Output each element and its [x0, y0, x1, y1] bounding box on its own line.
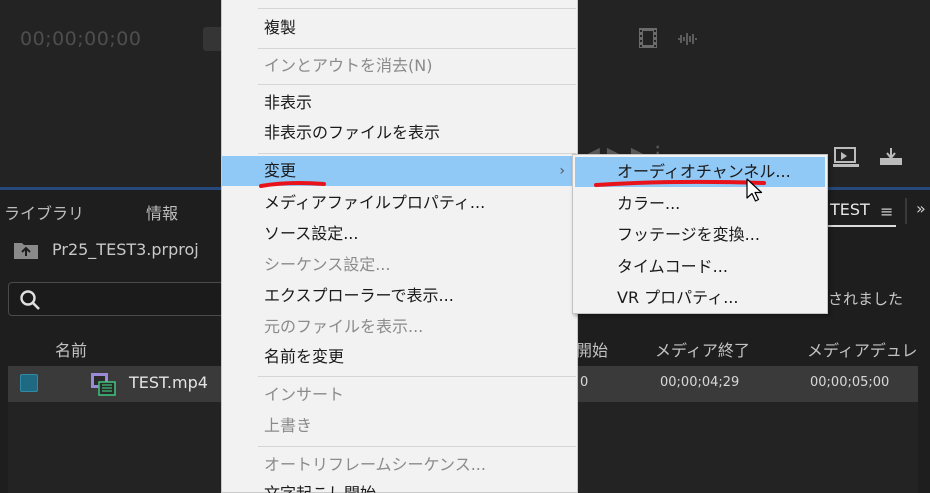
menu-separator — [258, 84, 576, 85]
menu-item-start-transcription[interactable]: 文字起こし開始 — [222, 479, 577, 493]
menu-item-rename[interactable]: 名前を変更 — [222, 342, 577, 372]
insert-icon[interactable] — [832, 146, 860, 168]
tab-overflow-icon[interactable]: » — [916, 199, 926, 218]
menu-item-overwrite[interactable]: 上書き — [222, 411, 577, 441]
project-name: Pr25_TEST3.prproj — [52, 240, 199, 259]
status-text: されました — [828, 290, 904, 308]
panel-menu-icon[interactable]: ≡ — [880, 202, 893, 221]
menu-item-insert[interactable]: インサート — [222, 380, 577, 410]
column-header-name[interactable]: 名前 — [55, 337, 87, 361]
column-header-media-start[interactable]: 開始 — [576, 337, 608, 361]
menu-item-auto-reframe[interactable]: オートリフレームシーケンス... — [222, 450, 577, 480]
menu-item-reveal-in-explorer[interactable]: エクスプローラーで表示... — [222, 281, 577, 311]
red-underline-annotation — [594, 179, 766, 187]
menu-separator — [258, 48, 576, 49]
film-strip-icon[interactable] — [638, 27, 658, 49]
file-name: TEST.mp4 — [129, 373, 208, 392]
search-input[interactable] — [8, 282, 238, 316]
mouse-pointer-icon — [746, 178, 763, 202]
context-menu: 複製 インとアウトを消去(N) 非表示 非表示のファイルを表示 変更 › メディ… — [221, 0, 578, 493]
overwrite-icon[interactable] — [877, 146, 905, 168]
tab-divider — [905, 198, 907, 224]
menu-item-source-settings[interactable]: ソース設定... — [222, 219, 577, 249]
menu-item-duplicate[interactable]: 複製 — [222, 13, 577, 43]
search-icon — [20, 290, 40, 310]
tab-libraries[interactable]: ライブラリ — [4, 200, 84, 224]
tab-info[interactable]: 情報 — [146, 200, 178, 224]
menu-item-show-hidden[interactable]: 非表示のファイルを表示 — [222, 118, 577, 148]
column-header-media-end[interactable]: メディア終了 — [655, 337, 750, 361]
audio-waveform-icon[interactable] — [677, 32, 699, 46]
timecode-display[interactable]: 00;00;00;00 — [20, 28, 141, 50]
menu-item-media-properties[interactable]: メディアファイルプロパティ... — [222, 188, 577, 218]
submenu-item-color[interactable]: カラー... — [575, 189, 825, 219]
menu-separator — [258, 8, 576, 9]
menu-separator — [258, 153, 576, 154]
submenu-item-interpret-footage[interactable]: フッテージを変換... — [575, 220, 825, 250]
project-folder-icon — [14, 243, 38, 259]
active-tab-underline — [826, 225, 896, 227]
video-clip-icon — [91, 373, 116, 396]
chevron-right-icon: › — [559, 163, 565, 179]
menu-item-hide[interactable]: 非表示 — [222, 88, 577, 118]
menu-item-sequence-settings[interactable]: シーケンス設定... — [222, 250, 577, 280]
submenu-item-timecode[interactable]: タイムコード... — [575, 252, 825, 282]
media-duration-cell: 00;00;05;00 — [810, 375, 890, 390]
menu-separator — [258, 376, 576, 377]
menu-separator — [258, 446, 576, 447]
media-start-cell: 0 — [580, 375, 589, 390]
tab-project-test-label: TEST — [830, 200, 870, 219]
tab-project-test[interactable]: TEST — [830, 200, 870, 219]
column-header-media-duration[interactable]: メディアデュレ — [807, 337, 918, 361]
media-end-cell: 00;00;04;29 — [660, 375, 740, 390]
menu-item-clear-in-out[interactable]: インとアウトを消去(N) — [222, 51, 577, 81]
label-color-swatch[interactable] — [20, 374, 38, 392]
menu-item-reveal-original[interactable]: 元のファイルを表示... — [222, 312, 577, 342]
submenu-item-vr-properties[interactable]: VR プロパティ... — [575, 283, 825, 313]
red-underline-annotation — [259, 180, 326, 188]
